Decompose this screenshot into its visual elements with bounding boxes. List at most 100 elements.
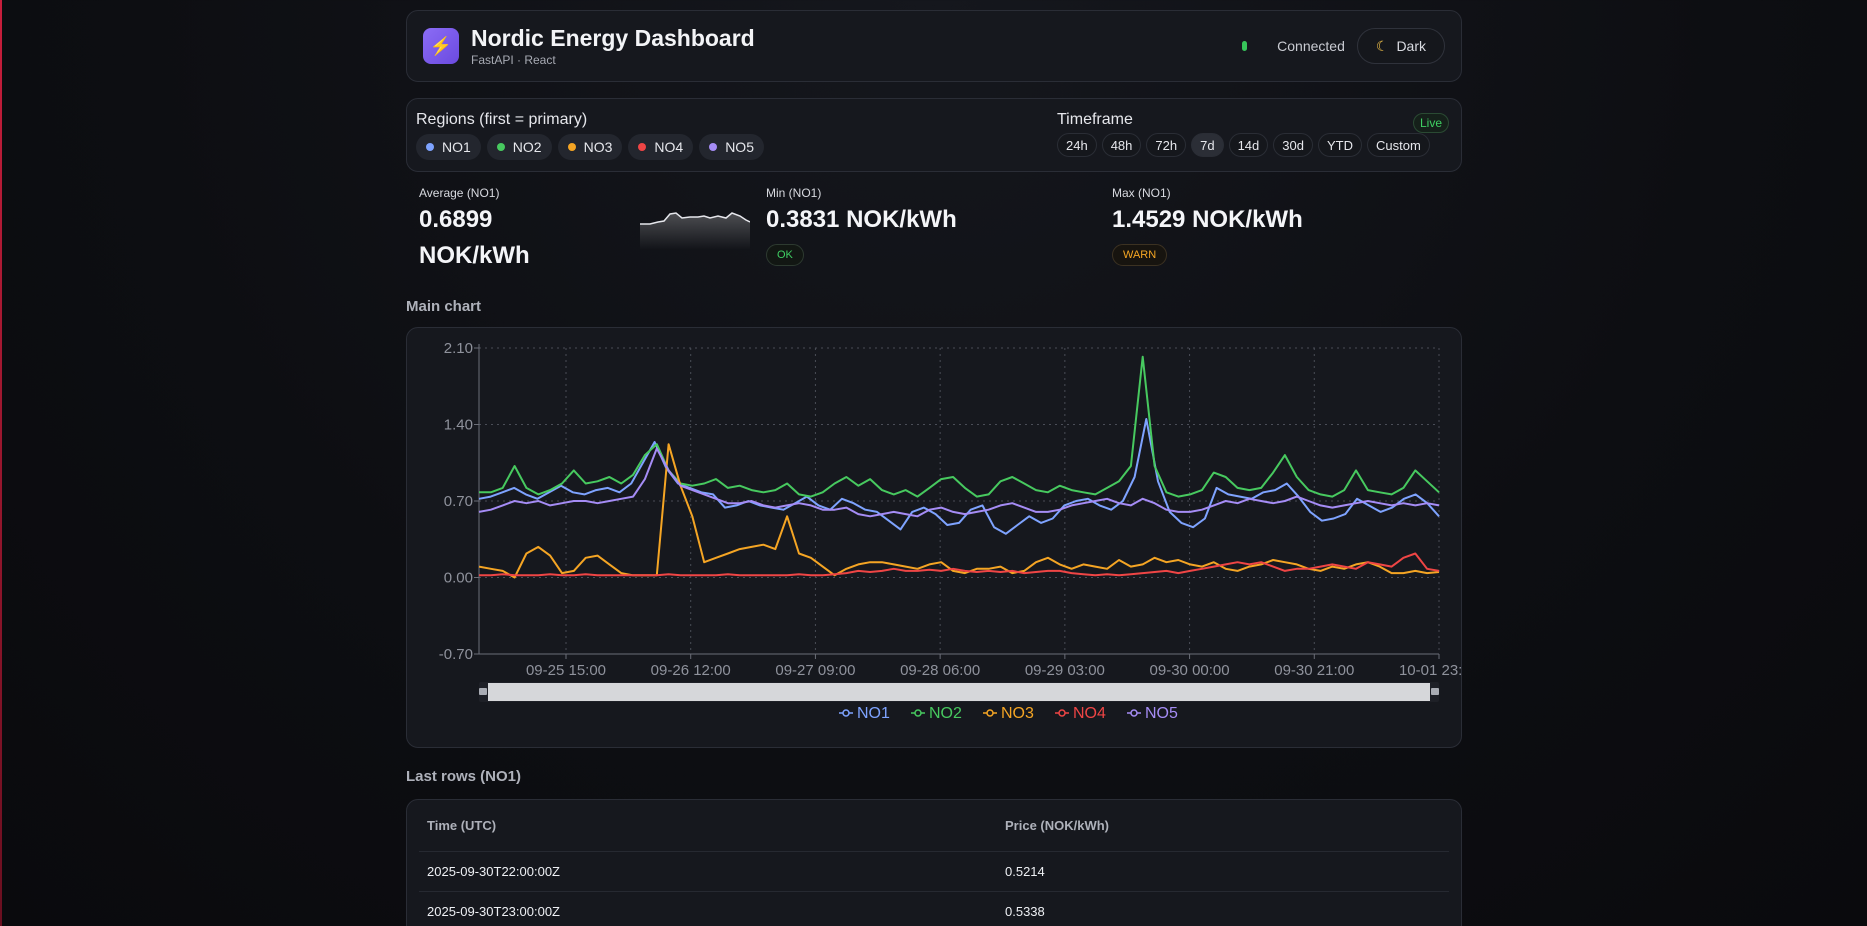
table-header-price: Price (NOK/kWh) [1005, 818, 1110, 833]
stat-max: Max (NO1) 1.4529 NOK/kWh WARN [1112, 178, 1303, 266]
series-line-no1 [478, 418, 1440, 535]
table-header-time: Time (UTC) [427, 818, 497, 833]
x-tick-label: 10-01 23:00 [1399, 662, 1461, 679]
zoom-handle-right[interactable] [1431, 688, 1439, 695]
connection-status: Connected [1277, 38, 1345, 54]
legend-item-no4[interactable]: NO4 [1055, 705, 1106, 722]
x-tick-label: 09-30 00:00 [1150, 662, 1230, 679]
x-tick-label: 09-26 12:00 [651, 662, 731, 679]
x-tick-label: 09-25 15:00 [526, 662, 606, 679]
stat-max-value: 1.4529 NOK/kWh [1112, 206, 1303, 233]
stat-max-label: Max (NO1) [1112, 186, 1171, 200]
stat-min-label: Min (NO1) [766, 186, 822, 200]
y-tick-label: 0.00 [444, 570, 473, 587]
y-tick-label: 2.10 [444, 340, 473, 357]
region-dot-icon [709, 143, 718, 151]
tf-7d[interactable]: 7d [1191, 133, 1224, 157]
region-dot-icon [638, 143, 647, 151]
series-line-no2 [479, 355, 1440, 498]
moon-icon: ☾ [1375, 37, 1389, 54]
x-tick-label: 09-28 06:00 [900, 662, 980, 679]
tf-72h[interactable]: 72h [1146, 133, 1187, 157]
table-cell-price: 0.5214 [1005, 864, 1045, 879]
stat-average-unit: NOK/kWh [419, 242, 530, 269]
tf-custom[interactable]: Custom [1366, 133, 1430, 157]
tf-30d[interactable]: 30d [1273, 133, 1313, 157]
controls-panel: Regions (first = primary) NO1 NO2 NO3 NO… [406, 98, 1462, 172]
region-chip-label: NO2 [512, 139, 542, 155]
app-subtitle: FastAPI · React [471, 53, 556, 67]
region-dot-icon [567, 143, 576, 151]
timeframe-label: Timeframe [1057, 111, 1133, 128]
app-title: Nordic Energy Dashboard [471, 25, 755, 51]
region-chip-no3[interactable]: NO3 [557, 134, 623, 160]
table-row: 2025-09-30T23:00:00Z 0.5338 [419, 892, 1449, 926]
status-badge-warn: WARN [1112, 244, 1168, 266]
y-tick-label: 1.40 [444, 417, 473, 434]
legend-marker-icon [1130, 709, 1138, 717]
region-chip-label: NO5 [725, 139, 754, 155]
y-tick-label: -0.70 [439, 646, 473, 663]
region-chip-no2[interactable]: NO2 [486, 134, 552, 160]
average-sparkline [640, 212, 750, 250]
legend-label: NO1 [857, 705, 890, 722]
zoom-handle-left[interactable] [479, 688, 487, 695]
region-chip-no4[interactable]: NO4 [628, 134, 694, 160]
region-chip-label: NO4 [654, 139, 684, 155]
legend-item-no1[interactable]: NO1 [839, 705, 890, 722]
header-right: Connected ☾ Dark [1242, 28, 1445, 64]
x-tick-label: 09-29 03:00 [1025, 662, 1105, 679]
legend-label: NO2 [929, 705, 962, 722]
tf-ytd[interactable]: YTD [1317, 133, 1362, 157]
title-block: Nordic Energy Dashboard FastAPI · React [471, 25, 755, 67]
table-cell-price: 0.5338 [1005, 904, 1045, 919]
connection-status-icon [1242, 41, 1248, 51]
main-chart[interactable]: 2.10 1.40 0.70 0.00 -0.70 09-25 15:00 09-26 12… [407, 328, 1479, 747]
region-chips: NO1 NO2 NO3 NO4 NO5 [416, 134, 764, 160]
app-header: ⚡ Nordic Energy Dashboard FastAPI · Reac… [406, 10, 1462, 82]
regions-label: Regions (first = primary) [416, 111, 588, 128]
lightning-icon: ⚡ [423, 28, 459, 64]
theme-toggle-button[interactable]: ☾ Dark [1356, 28, 1445, 64]
stat-average-label: Average (NO1) [419, 186, 500, 200]
legend-marker-icon [1058, 709, 1066, 717]
x-tick-label: 09-30 21:00 [1274, 662, 1354, 679]
dashboard: ⚡ Nordic Energy Dashboard FastAPI · Reac… [406, 10, 1479, 926]
legend-item-no3[interactable]: NO3 [983, 705, 1034, 722]
region-dot-icon [496, 143, 505, 151]
y-tick-label: 0.70 [444, 493, 473, 510]
table-row: 2025-09-30T22:00:00Z 0.5214 [419, 852, 1449, 892]
region-chip-label: NO3 [583, 139, 613, 155]
legend-label: NO5 [1145, 705, 1178, 722]
stat-average: Average (NO1) 0.6899 NOK/kWh [419, 178, 530, 274]
legend-marker-icon [914, 709, 922, 717]
region-chip-label: NO1 [442, 139, 471, 155]
stat-min: Min (NO1) 0.3831 NOK/kWh OK [766, 178, 957, 266]
status-badge-ok: OK [766, 244, 804, 266]
series-line-no3 [478, 443, 1440, 579]
stat-average-value: 0.6899 [419, 206, 493, 233]
legend-label: NO3 [1001, 705, 1034, 722]
tf-48h[interactable]: 48h [1101, 133, 1142, 157]
stat-min-value: 0.3831 NOK/kWh [766, 206, 957, 233]
tf-14d[interactable]: 14d [1228, 133, 1269, 157]
region-dot-icon [426, 143, 434, 151]
live-badge: Live [1412, 113, 1449, 133]
table-header-row: Time (UTC) Price (NOK/kWh) [419, 800, 1449, 852]
theme-label: Dark [1396, 38, 1426, 54]
last-rows-table: Time (UTC) Price (NOK/kWh) 2025-09-30T22… [406, 799, 1462, 926]
legend-item-no5[interactable]: NO5 [1127, 705, 1178, 722]
legend-marker-icon [986, 709, 994, 717]
legend-item-no2[interactable]: NO2 [911, 705, 962, 722]
region-chip-no1[interactable]: NO1 [416, 134, 481, 160]
legend-marker-icon [842, 709, 850, 717]
main-chart-card: 2.10 1.40 0.70 0.00 -0.70 09-25 15:00 09-26 12… [406, 327, 1479, 748]
zoom-slider-range[interactable] [488, 683, 1430, 701]
x-tick-label: 09-27 09:00 [775, 662, 855, 679]
stats-row: Average (NO1) 0.6899 NOK/kWh Min (NO1) 0… [406, 178, 1462, 298]
table-title: Last rows (NO1) [406, 768, 522, 785]
region-chip-no5[interactable]: NO5 [699, 134, 764, 160]
table-cell-time: 2025-09-30T23:00:00Z [427, 904, 560, 919]
table-cell-time: 2025-09-30T22:00:00Z [427, 864, 560, 879]
tf-24h[interactable]: 24h [1057, 133, 1097, 157]
